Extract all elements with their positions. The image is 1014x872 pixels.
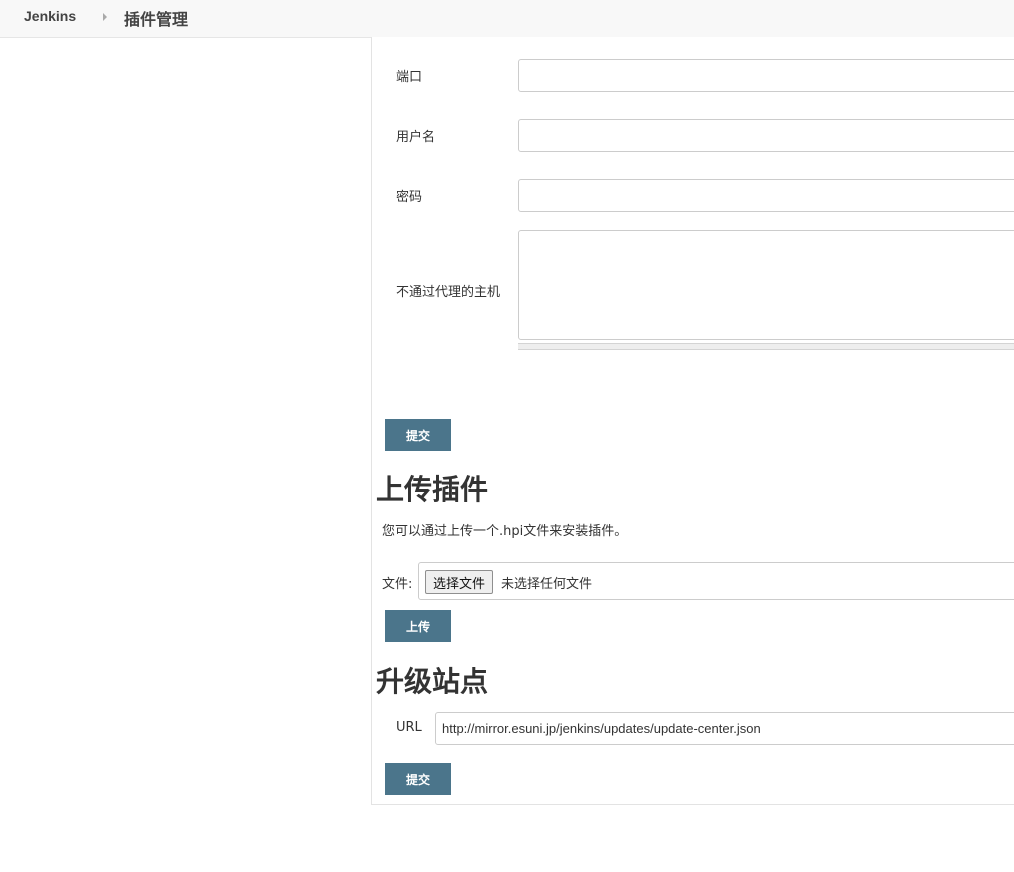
- username-input[interactable]: [518, 119, 1014, 152]
- username-label: 用户名: [396, 130, 436, 145]
- url-label: URL: [396, 720, 422, 735]
- proxy-submit-button[interactable]: 提交: [385, 419, 451, 451]
- breadcrumb-plugin-manager[interactable]: 插件管理: [124, 6, 188, 30]
- update-site-submit-button[interactable]: 提交: [385, 763, 451, 795]
- top-bar: Jenkins 插件管理: [0, 0, 1014, 38]
- port-input[interactable]: [518, 59, 1014, 92]
- upload-button[interactable]: 上传: [385, 610, 451, 642]
- upload-plugin-description: 您可以通过上传一个.hpi文件来安装插件。: [382, 524, 628, 539]
- jenkins-home-link[interactable]: Jenkins: [24, 8, 76, 24]
- update-site-heading: 升级站点: [376, 665, 489, 698]
- password-input[interactable]: [518, 179, 1014, 212]
- password-label: 密码: [396, 190, 423, 205]
- upload-plugin-heading: 上传插件: [376, 473, 489, 506]
- file-input: 选择文件 未选择任何文件: [418, 562, 1014, 600]
- file-label: 文件:: [382, 577, 413, 592]
- file-status-text: 未选择任何文件: [501, 577, 593, 592]
- no-proxy-hosts-label: 不通过代理的主机: [396, 285, 501, 300]
- choose-file-button[interactable]: 选择文件: [425, 570, 494, 594]
- port-label: 端口: [396, 70, 423, 85]
- breadcrumb-arrow-icon: [103, 13, 107, 21]
- update-site-url-input[interactable]: [435, 712, 1014, 745]
- textarea-resize-handle[interactable]: [518, 343, 1014, 350]
- no-proxy-hosts-textarea[interactable]: [518, 230, 1014, 340]
